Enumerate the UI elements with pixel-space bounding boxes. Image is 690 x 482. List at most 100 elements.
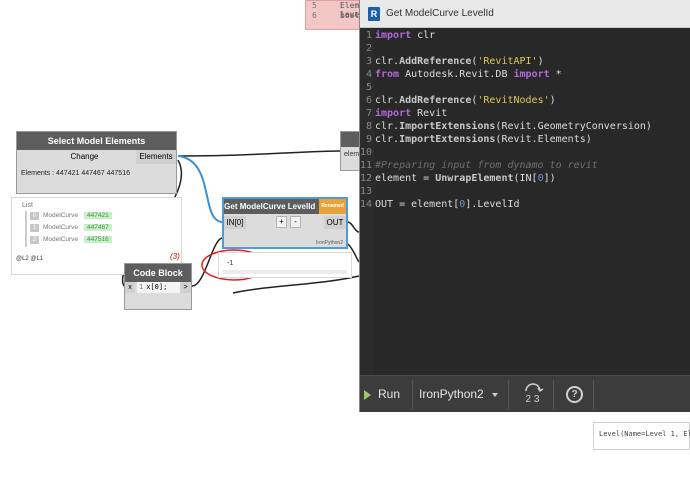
migrate-python3-button[interactable]: 2 3 xyxy=(512,380,554,409)
code-line: 13 xyxy=(360,185,375,198)
line-number: 9 xyxy=(365,134,372,145)
code-text: clr.AddReference('RevitAPI') xyxy=(375,56,544,67)
code-line: 10 xyxy=(360,146,375,159)
code-text: OUT = element[0].LevelId xyxy=(375,199,520,210)
code-line: 8 clr.ImportExtensions(Revit.GeometryConv… xyxy=(360,120,652,133)
list-value: 447516 xyxy=(84,236,112,243)
engine-selected-value: IronPython2 xyxy=(419,387,484,401)
list-value: 447467 xyxy=(84,224,112,231)
line-number: 3 xyxy=(365,56,372,67)
dynamo-graph-canvas[interactable]: 5 Element level 6 bool Select Model Elem… xyxy=(0,0,690,482)
line-number: 13 xyxy=(360,186,373,197)
list-level-footer: @L2 @L1 xyxy=(16,256,44,262)
wire-gmc-out xyxy=(347,221,360,233)
code-line: 2 xyxy=(360,42,375,55)
chevron-down-icon xyxy=(492,393,498,397)
code-line: 3 clr.AddReference('RevitAPI') xyxy=(360,55,544,68)
code-block-output-port[interactable]: > xyxy=(180,282,191,293)
line-number: 2 xyxy=(365,43,372,54)
line-number: 6 xyxy=(312,11,317,20)
list-index: 1 xyxy=(30,224,39,232)
wire-stray xyxy=(232,275,360,294)
line-number: 5 xyxy=(312,1,317,10)
code-block-input-port[interactable]: x xyxy=(125,282,135,293)
select-model-elements-node[interactable]: Select Model Elements Change Elements El… xyxy=(16,131,177,194)
code-node-partial[interactable]: 5 Element level 6 bool xyxy=(305,0,374,30)
line-number: 1 xyxy=(365,30,372,41)
elements-output-port[interactable]: Elements xyxy=(136,150,176,164)
engine-label: IronPython2 xyxy=(316,240,343,246)
list-item: 2 ModelCurve 447516 xyxy=(30,236,112,247)
code-line: 12 element = UnwrapElement(IN[0]) xyxy=(360,172,556,185)
list-type: ModelCurve xyxy=(43,236,79,243)
code-line: 6 clr.AddReference('RevitNodes') xyxy=(360,94,556,107)
partial-node-label: elem xyxy=(344,151,360,158)
line-number: 4 xyxy=(365,69,372,80)
revit-logo-icon: R xyxy=(368,7,380,21)
preview-scrollbar[interactable] xyxy=(223,270,347,274)
code-text: element = UnwrapElement(IN[0]) xyxy=(375,173,556,184)
code-text: x[0]; xyxy=(146,283,168,291)
line-number: 10 xyxy=(360,147,373,158)
editor-title: Get ModelCurve LevelId xyxy=(386,8,494,19)
code-block-node[interactable]: Code Block x 1 x[0]; > xyxy=(124,263,192,310)
code-line: 9 clr.ImportExtensions(Revit.Elements) xyxy=(360,133,592,146)
code-text: #Preparing input from dynamo to revit xyxy=(375,160,598,171)
engine-dropdown[interactable]: IronPython2 xyxy=(412,380,509,409)
code-line: bool xyxy=(340,11,360,20)
play-icon xyxy=(364,389,371,400)
code-text: import Revit xyxy=(375,108,448,119)
node-header xyxy=(341,132,361,147)
code-text: from Autodesk.Revit.DB import * xyxy=(375,69,562,80)
node-title: Get ModelCurve LevelId xyxy=(224,202,316,211)
list-type: ModelCurve xyxy=(43,224,79,231)
code-text: import clr xyxy=(375,30,436,41)
run-button[interactable]: Run xyxy=(364,382,410,407)
code-line: 1 import clr xyxy=(360,29,435,42)
line-number: 11 xyxy=(360,160,373,171)
code-text: clr.ImportExtensions(Revit.GeometryConve… xyxy=(375,121,652,132)
code-line: 7 import Revit xyxy=(360,107,447,120)
in0-input-port[interactable]: IN[0] xyxy=(224,216,246,229)
editor-title-bar[interactable]: R Get ModelCurve LevelId xyxy=(360,0,690,28)
get-modelcurve-levelid-node[interactable]: Get ModelCurve LevelId Renamed IN[0] + - … xyxy=(222,197,348,249)
wire-elements-to-elem xyxy=(177,150,341,157)
code-line-number: 1 xyxy=(139,283,144,291)
preview-text: Level(Name=Level 1, Ele xyxy=(599,430,690,438)
code-block-editor[interactable]: 1 x[0]; xyxy=(137,282,180,293)
list-title: List xyxy=(22,202,33,209)
list-type: ModelCurve xyxy=(43,212,79,219)
change-button[interactable]: Change xyxy=(17,150,153,164)
line-number: 6 xyxy=(365,95,372,106)
code-editor-area[interactable]: 1 import clr 2 3 clr.AddReference('RevitAPI'… xyxy=(360,28,690,375)
preview-value: -1 xyxy=(227,260,234,267)
migrate-label: 2 3 xyxy=(525,394,540,405)
code-line: 4 from Autodesk.Revit.DB import * xyxy=(360,68,562,81)
code-text: clr.AddReference('RevitNodes') xyxy=(375,95,556,106)
help-icon: ? xyxy=(566,386,583,403)
line-number: 14 xyxy=(360,199,373,210)
node-title: Select Model Elements xyxy=(17,132,176,150)
renamed-tag: Renamed xyxy=(319,199,346,215)
node-output-preview: -1 xyxy=(218,252,352,278)
remove-input-button[interactable]: - xyxy=(290,216,301,228)
line-number: 8 xyxy=(365,121,372,132)
code-line: 11 #Preparing input from dynamo to revit xyxy=(360,159,598,172)
add-input-button[interactable]: + xyxy=(276,216,287,228)
out-output-port[interactable]: OUT xyxy=(324,216,346,229)
line-number: 7 xyxy=(365,108,372,119)
list-index: 0 xyxy=(30,212,39,220)
line-number: 12 xyxy=(360,173,373,184)
list-index: 2 xyxy=(30,236,39,244)
line-number: 5 xyxy=(365,82,372,93)
list-value: 447421 xyxy=(84,212,112,219)
node-title: Code Block xyxy=(125,264,191,282)
help-button[interactable]: ? xyxy=(558,380,594,409)
code-block-count: (3) xyxy=(170,252,180,261)
selected-elements-text: Elements : 447421 447467 447516 xyxy=(21,170,130,177)
editor-toolbar: Run IronPython2 2 3 ? xyxy=(360,375,690,412)
python-script-editor[interactable]: R Get ModelCurve LevelId 1 import clr 2 3 cl… xyxy=(359,0,690,412)
code-line: 14 OUT = element[0].LevelId xyxy=(360,198,520,211)
code-text: clr.ImportExtensions(Revit.Elements) xyxy=(375,134,592,145)
node-header: Get ModelCurve LevelId Renamed xyxy=(224,199,346,215)
